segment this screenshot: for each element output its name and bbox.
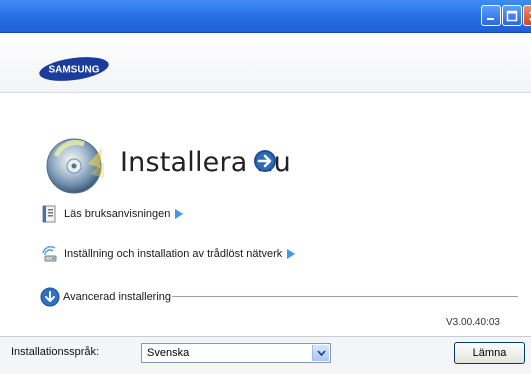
- install-arrow-icon[interactable]: [253, 149, 277, 173]
- wireless-icon: [40, 244, 60, 264]
- read-manual-arrow-icon: [175, 209, 184, 219]
- close-button[interactable]: [523, 5, 531, 26]
- version-text: V3.00.40:03: [446, 317, 500, 328]
- down-arrow-icon: [40, 287, 60, 307]
- advanced-install-label: Avancerad installering: [63, 291, 172, 303]
- wireless-setup-label: Inställning och installation av trådlöst…: [64, 248, 283, 260]
- wireless-setup-arrow-icon: [287, 249, 296, 259]
- advanced-divider: [172, 296, 518, 297]
- maximize-icon: [506, 10, 518, 21]
- title-bar: [0, 0, 531, 33]
- language-label: Installationsspråk:: [11, 346, 100, 358]
- chevron-down-icon[interactable]: [312, 345, 329, 361]
- manual-icon: [40, 204, 60, 224]
- advanced-install-link[interactable]: Avancerad installering: [40, 287, 171, 307]
- wireless-setup-link[interactable]: Inställning och installation av trådlöst…: [40, 244, 296, 264]
- language-select[interactable]: Svenska: [141, 343, 331, 363]
- install-disc-icon: [46, 138, 104, 194]
- maximize-button[interactable]: [502, 5, 522, 26]
- leave-button[interactable]: Lämna: [454, 342, 525, 364]
- read-manual-link[interactable]: Läs bruksanvisningen: [40, 204, 184, 224]
- language-value: Svenska: [147, 347, 190, 359]
- minimize-button[interactable]: [481, 5, 501, 26]
- logo-text: SAMSUNG: [48, 65, 99, 76]
- read-manual-label: Läs bruksanvisningen: [64, 208, 171, 220]
- minimize-icon: [487, 17, 494, 20]
- samsung-logo: SAMSUNG: [39, 57, 109, 81]
